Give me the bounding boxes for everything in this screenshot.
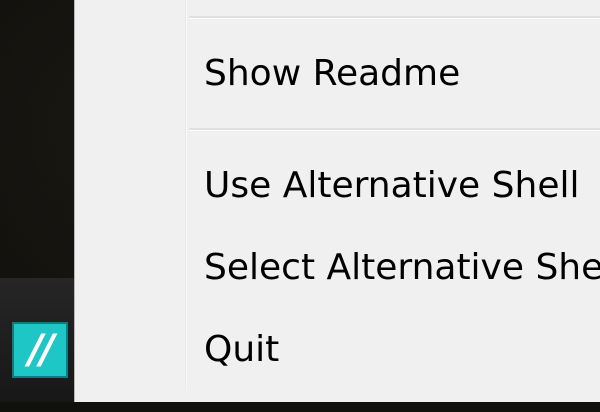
desktop-edge [0,402,600,412]
menu-item-use-alternative-shell[interactable]: Use Alternative Shell [204,164,579,208]
menu-item-select-alternative-shell[interactable]: Select Alternative Shell [204,246,600,290]
menu-item-show-readme[interactable]: Show Readme [204,52,460,96]
menu-separator [189,16,600,19]
menu-item-quit[interactable]: Quit [204,328,279,372]
context-menu: Show Readme Use Alternative Shell Select… [74,0,600,402]
cygwin-terminal-icon[interactable]: // [12,322,68,378]
menu-icon-gutter [185,0,187,390]
menu-separator [189,128,600,131]
